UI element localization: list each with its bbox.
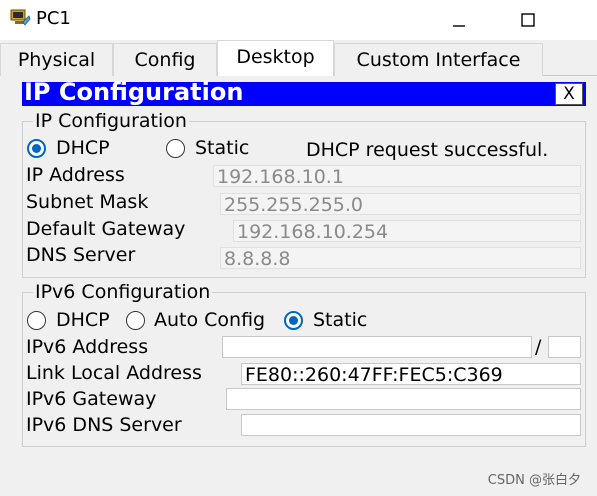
window-title: PC1 bbox=[36, 8, 71, 29]
ipv6-group-legend: IPv6 Configuration bbox=[33, 281, 213, 303]
ipv6-dhcp-radio[interactable] bbox=[27, 311, 46, 330]
ipv6-address-label: IPv6 Address bbox=[26, 336, 149, 358]
prefix-separator: / bbox=[535, 336, 542, 358]
maximize-icon bbox=[521, 13, 535, 27]
ipv6-gateway-label: IPv6 Gateway bbox=[26, 388, 157, 410]
ipv6-dhcp-label: DHCP bbox=[56, 309, 110, 331]
ipv4-group-legend: IP Configuration bbox=[33, 110, 189, 132]
close-panel-button[interactable]: X bbox=[555, 83, 583, 105]
network-pc-icon bbox=[10, 9, 31, 26]
ip-address-label: IP Address bbox=[26, 164, 125, 186]
dhcp-status-text: DHCP request successful. bbox=[306, 139, 549, 161]
tab-config[interactable]: Config bbox=[113, 43, 217, 76]
link-local-address-label: Link Local Address bbox=[26, 362, 202, 384]
ipv4-static-radio[interactable] bbox=[166, 139, 185, 158]
default-gateway-label: Default Gateway bbox=[26, 218, 186, 240]
ipv6-static-label: Static bbox=[313, 309, 368, 331]
dns-server-label: DNS Server bbox=[26, 244, 136, 266]
ipv6-auto-config-radio[interactable] bbox=[126, 311, 145, 330]
ipv4-dhcp-radio[interactable] bbox=[27, 139, 46, 158]
tab-strip: Physical Config Desktop Custom Interface bbox=[0, 40, 597, 77]
ipv4-config-group: IP Configuration DHCP Static DHCP reques… bbox=[22, 110, 586, 278]
ipv4-static-label: Static bbox=[195, 137, 250, 159]
panel-title: IP Configuration bbox=[24, 78, 244, 106]
ipv6-auto-config-label: Auto Config bbox=[154, 309, 266, 331]
dns-server-field[interactable]: 8.8.8.8 bbox=[220, 247, 581, 269]
ipv6-gateway-input[interactable] bbox=[226, 388, 581, 410]
tab-desktop[interactable]: Desktop bbox=[217, 40, 334, 77]
panel-header: IP Configuration X bbox=[22, 78, 586, 106]
ip-address-field[interactable]: 192.168.10.1 bbox=[213, 165, 581, 187]
ipv6-static-radio[interactable] bbox=[284, 311, 303, 330]
subnet-mask-field[interactable]: 255.255.255.0 bbox=[220, 193, 581, 215]
default-gateway-field[interactable]: 192.168.10.254 bbox=[233, 220, 581, 242]
watermark-text: CSDN @张白夕 bbox=[487, 473, 581, 488]
ipv4-dhcp-label: DHCP bbox=[56, 137, 110, 159]
tab-physical[interactable]: Physical bbox=[0, 43, 113, 76]
ipv6-config-group: IPv6 Configuration DHCP Auto Config Stat… bbox=[22, 281, 586, 447]
window-titlebar: PC1 bbox=[0, 0, 597, 40]
subnet-mask-label: Subnet Mask bbox=[26, 191, 149, 213]
ipv6-dns-server-input[interactable] bbox=[241, 414, 581, 436]
ipv6-dns-server-label: IPv6 DNS Server bbox=[26, 414, 182, 436]
link-local-address-field[interactable]: FE80::260:47FF:FEC5:C369 bbox=[241, 363, 581, 385]
ipv6-address-input[interactable] bbox=[222, 336, 532, 358]
minimize-icon bbox=[453, 25, 465, 27]
maximize-button[interactable] bbox=[505, 6, 551, 34]
minimize-button[interactable] bbox=[436, 6, 482, 34]
ipv6-prefix-input[interactable] bbox=[548, 336, 581, 358]
tab-custom-interface[interactable]: Custom Interface bbox=[334, 43, 543, 76]
desktop-content: IP Configuration X IP Configuration DHCP… bbox=[0, 76, 597, 496]
